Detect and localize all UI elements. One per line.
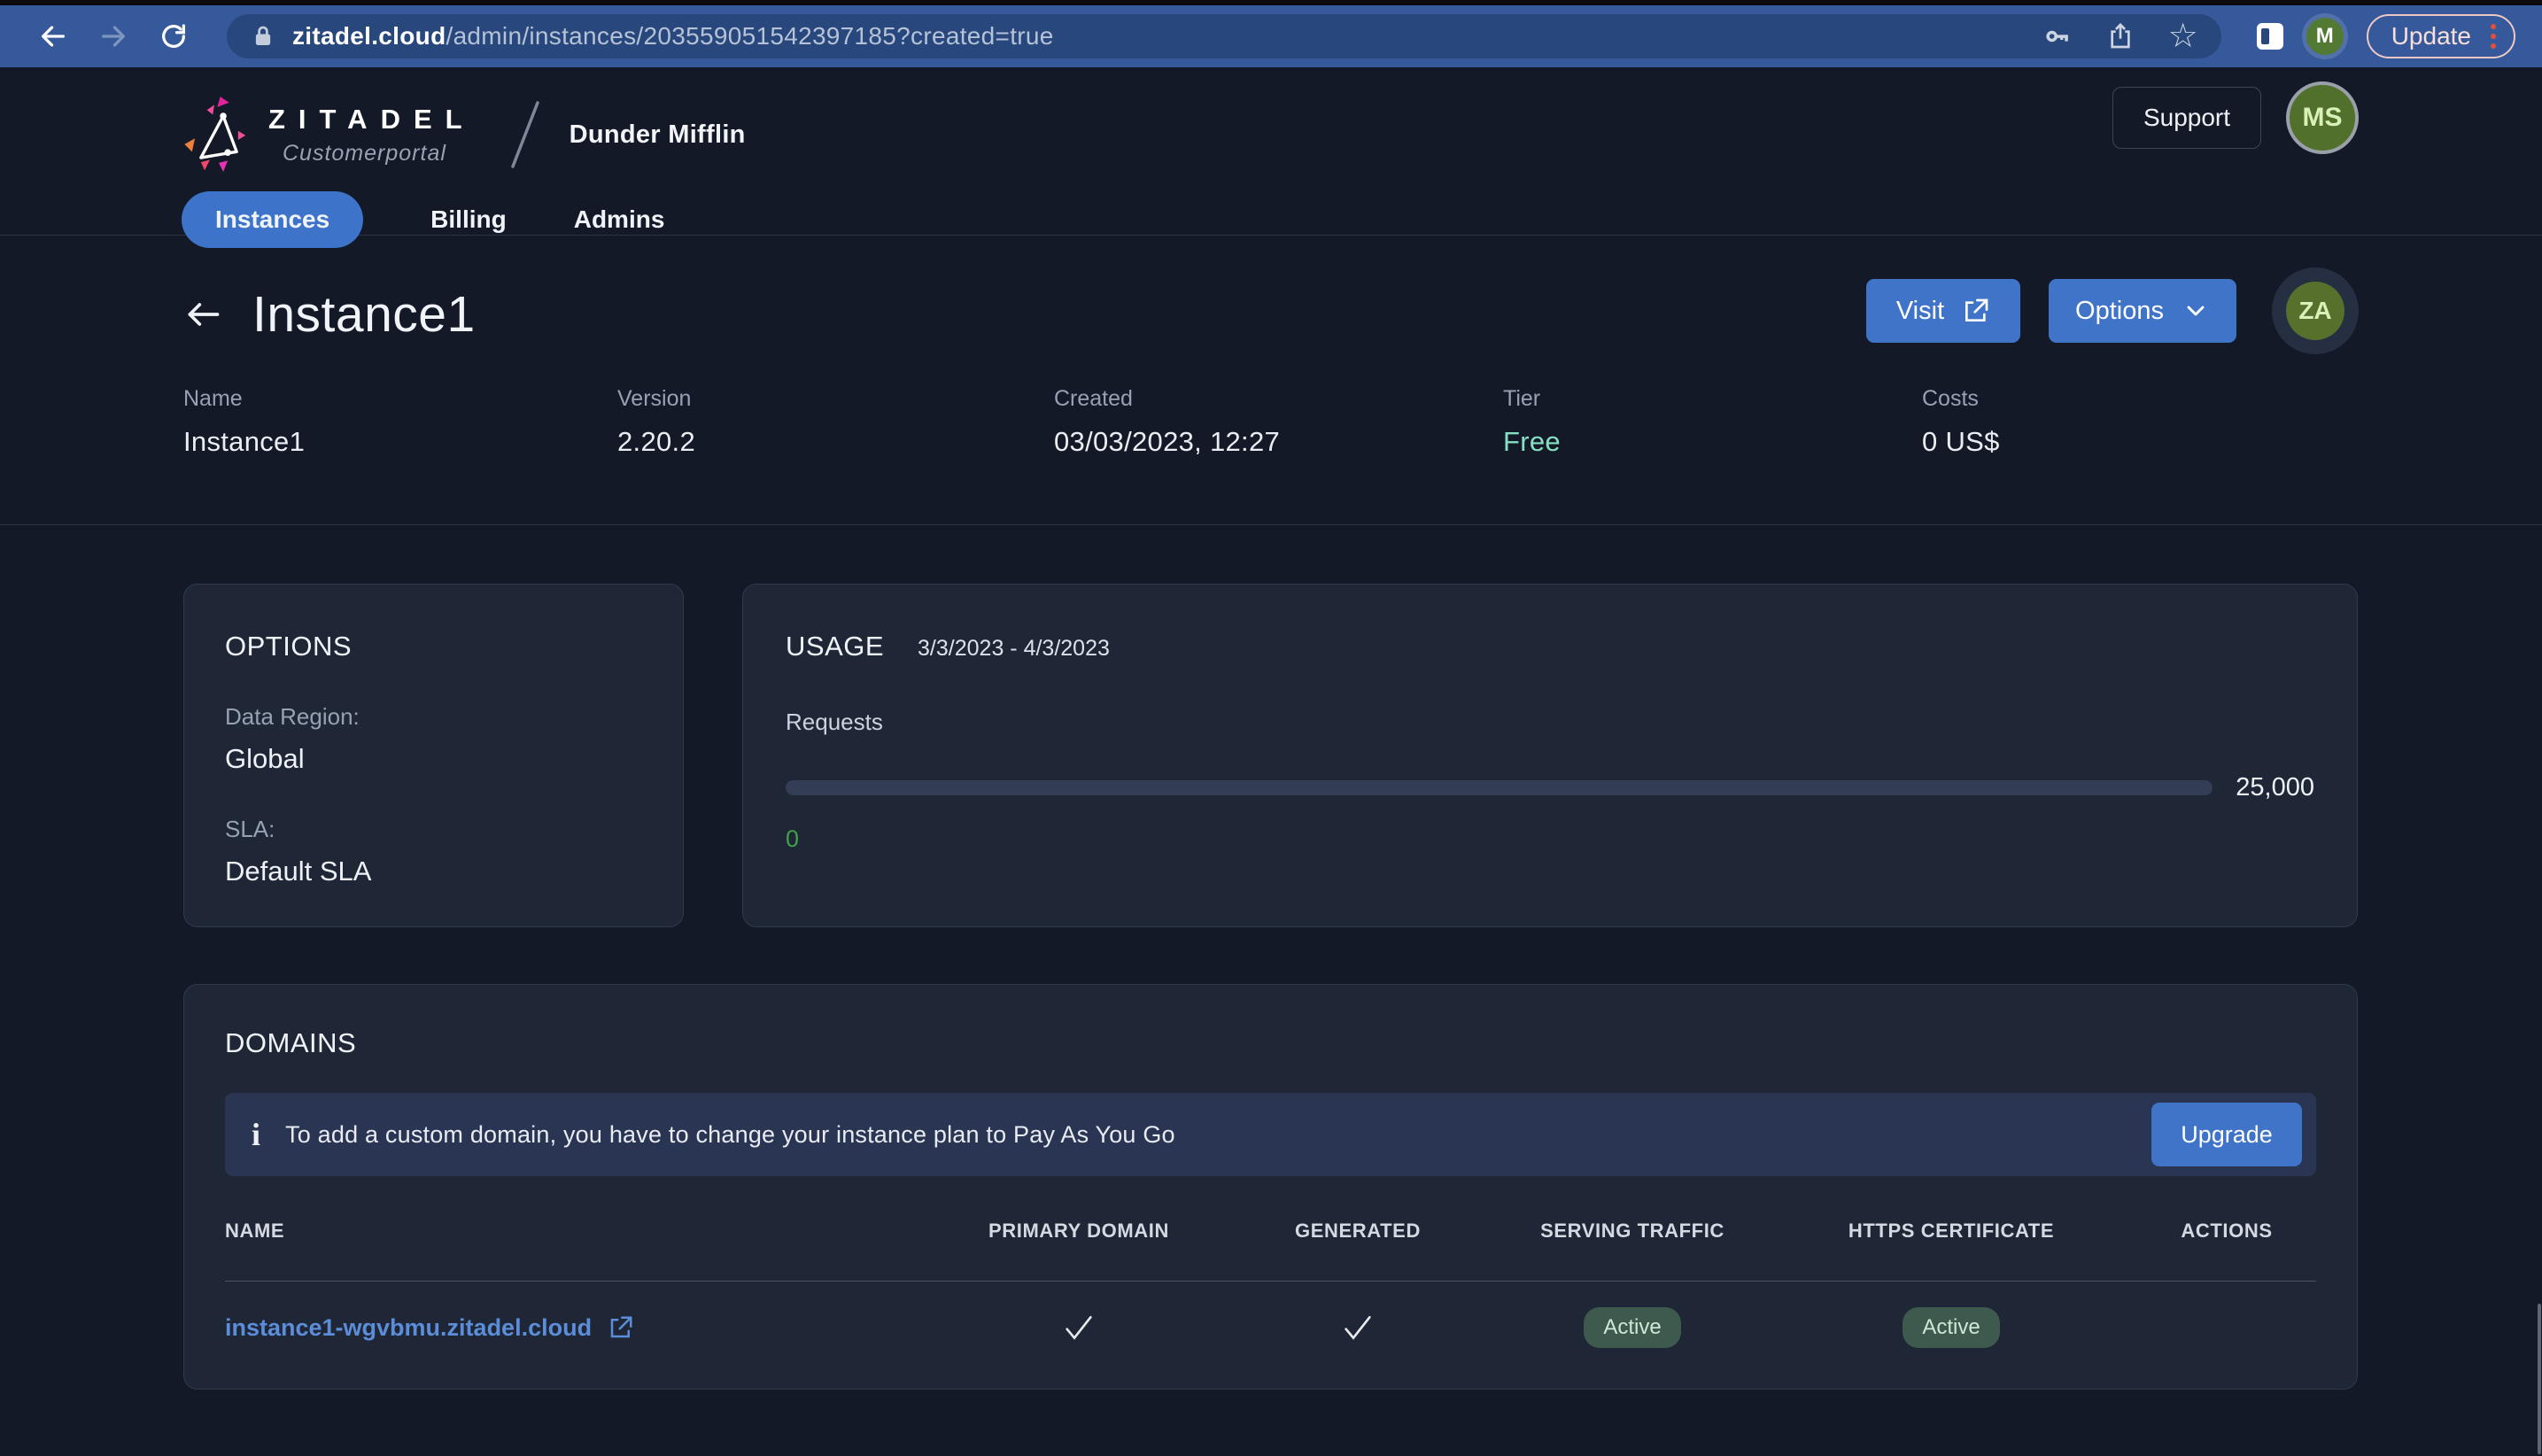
col-primary-domain: PRIMARY DOMAIN <box>988 1220 1169 1242</box>
bookmark-star-icon[interactable]: ☆ <box>2168 19 2198 53</box>
browser-update-button[interactable]: Update <box>2366 14 2515 58</box>
sla-label: SLA: <box>225 816 275 842</box>
browser-toolbar: zitadel.cloud/admin/instances/2035590515… <box>0 5 2542 67</box>
zitadel-logo-icon <box>184 97 246 172</box>
external-link-icon[interactable] <box>608 1314 634 1341</box>
col-name: NAME <box>225 1220 285 1242</box>
col-generated: GENERATED <box>1295 1220 1421 1242</box>
lock-icon <box>255 26 271 45</box>
breadcrumb-slash <box>510 101 539 168</box>
domains-table: NAME PRIMARY DOMAIN GENERATED SERVING TR… <box>225 1181 2316 1374</box>
visit-button[interactable]: Visit <box>1866 279 2020 343</box>
external-link-icon <box>1965 298 1988 321</box>
options-button[interactable]: Options <box>2049 279 2236 343</box>
logo-wordmark: ZITADEL <box>268 103 476 135</box>
col-actions: ACTIONS <box>2181 1220 2273 1242</box>
browser-chrome: zitadel.cloud/admin/instances/2035590515… <box>0 0 2542 67</box>
data-region-label: Data Region: <box>225 703 360 730</box>
instance-meta: Name Instance1 Version 2.20.2 Created 03… <box>183 386 2359 458</box>
app-header: ZITADEL Customerportal Dunder Mifflin Su… <box>0 67 2542 248</box>
domain-name: instance1-wgvbmu.zitadel.cloud <box>225 1313 593 1341</box>
primary-domain-check-icon <box>1061 1310 1097 1345</box>
support-button[interactable]: Support <box>2112 87 2261 149</box>
tier-value: Free <box>1503 426 1561 457</box>
meta-costs: Costs 0 US$ <box>1922 386 2000 457</box>
meta-version: Version 2.20.2 <box>617 386 695 457</box>
back-button[interactable] <box>183 290 233 339</box>
col-serving-traffic: SERVING TRAFFIC <box>1540 1220 1724 1242</box>
chevron-down-icon <box>2187 306 2205 316</box>
browser-back-icon[interactable] <box>34 17 73 56</box>
meta-name: Name Instance1 <box>183 386 306 457</box>
instance-header: Instance1 Visit Options ZA Name Instance… <box>0 236 2542 525</box>
meta-created: Created 03/03/2023, 12:27 <box>1054 386 1281 457</box>
usage-current-value: 0 <box>786 825 800 852</box>
user-avatar[interactable]: MS <box>2286 81 2359 154</box>
usage-metric-label: Requests <box>786 709 883 735</box>
usage-card: USAGE 3/3/2023 - 4/3/2023 Requests 25,00… <box>742 584 2358 927</box>
serving-traffic-cell: Active <box>1584 1307 1681 1348</box>
side-panel-icon[interactable] <box>2256 23 2283 50</box>
options-card-title: OPTIONS <box>225 631 353 662</box>
browser-menu-dots-icon[interactable] <box>2485 24 2501 49</box>
usage-card-title: USAGE <box>786 631 885 662</box>
url-path: /admin/instances/203559051542397185?crea… <box>446 22 1054 50</box>
options-card: OPTIONS Data Region: Global SLA: Default… <box>183 584 684 927</box>
browser-forward-icon[interactable] <box>94 17 133 56</box>
domains-card-title: DOMAINS <box>225 1027 357 1058</box>
https-certificate-cell: Active <box>1903 1307 2000 1348</box>
https-certificate-badge: Active <box>1903 1307 2000 1348</box>
browser-profile-avatar[interactable]: M <box>2306 18 2344 55</box>
logo-text: ZITADEL Customerportal <box>268 104 476 167</box>
share-icon[interactable] <box>2106 22 2135 50</box>
url-host: zitadel.cloud <box>292 22 446 50</box>
upgrade-banner: i To add a custom domain, you have to ch… <box>225 1093 2316 1176</box>
browser-update-label: Update <box>2391 22 2471 50</box>
usage-period: 3/3/2023 - 4/3/2023 <box>918 636 1110 661</box>
serving-traffic-badge: Active <box>1584 1307 1681 1348</box>
domain-link[interactable]: instance1-wgvbmu.zitadel.cloud <box>225 1314 942 1342</box>
meta-tier: Tier Free <box>1503 386 1922 458</box>
domains-card: DOMAINS i To add a custom domain, you ha… <box>183 984 2358 1390</box>
col-https-certificate: HTTPS CERTIFICATE <box>1848 1220 2055 1242</box>
sla-value: Default SLA <box>225 856 372 887</box>
data-region-value: Global <box>225 743 305 774</box>
password-key-icon[interactable] <box>2044 22 2073 50</box>
generated-check-icon <box>1340 1310 1376 1345</box>
visit-label: Visit <box>1895 296 1945 325</box>
instance-avatar: ZA <box>2286 282 2344 340</box>
url-bar[interactable]: zitadel.cloud/admin/instances/2035590515… <box>227 14 2221 58</box>
page-title: Instance1 <box>252 286 476 343</box>
url-text: zitadel.cloud/admin/instances/2035590515… <box>292 22 2027 50</box>
logo-subtitle: Customerportal <box>283 140 446 166</box>
scrollbar-thumb[interactable] <box>2538 1304 2541 1454</box>
domains-table-header: NAME PRIMARY DOMAIN GENERATED SERVING TR… <box>225 1181 2316 1281</box>
usage-progress-bar <box>786 780 2213 795</box>
info-icon: i <box>252 1117 261 1152</box>
banner-text: To add a custom domain, you have to chan… <box>285 1120 1175 1148</box>
upgrade-button[interactable]: Upgrade <box>2151 1103 2302 1166</box>
instance-avatar-ring[interactable]: ZA <box>2272 267 2359 354</box>
options-label: Options <box>2075 296 2164 325</box>
org-name: Dunder Mifflin <box>569 120 746 149</box>
browser-reload-icon[interactable] <box>154 17 193 56</box>
table-row: instance1-wgvbmu.zitadel.cloud Active Ac… <box>225 1282 2316 1374</box>
usage-limit: 25,000 <box>2236 773 2314 802</box>
